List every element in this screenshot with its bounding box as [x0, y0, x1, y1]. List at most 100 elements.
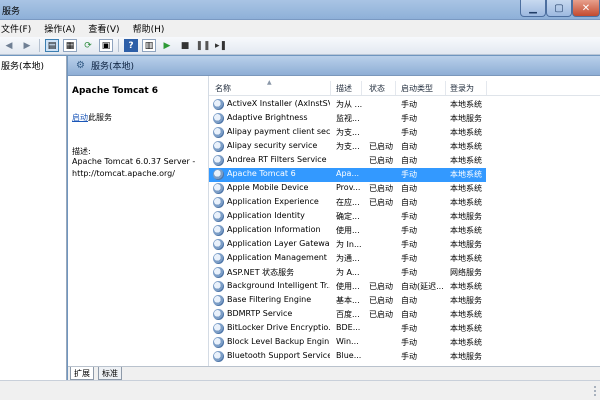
table-row[interactable]: Alipay security service 为支... 已启动 自动 本地系统	[209, 140, 600, 154]
cell-startup: 手动	[401, 100, 417, 109]
properties-sheet-icon[interactable]: ▥	[142, 39, 156, 52]
cell-status: 已启动	[369, 296, 393, 305]
refresh-icon[interactable]: ⟳	[81, 39, 95, 52]
cell-logon: 本地系统	[450, 184, 482, 193]
cell-name: Application Information	[227, 225, 321, 234]
cell-status: 已启动	[369, 142, 393, 151]
cell-name: Andrea RT Filters Service	[227, 155, 327, 164]
pane-header-title: 服务(本地)	[90, 62, 134, 72]
table-row[interactable]: Block Level Backup Engin... Win... 手动 本地系统	[209, 336, 600, 350]
cell-desc: Prov...	[336, 183, 361, 192]
table-row[interactable]: Andrea RT Filters Service 已启动 自动 本地系统	[209, 154, 600, 168]
table-row[interactable]: Apple Mobile Device Prov... 已启动 自动 本地系统	[209, 182, 600, 196]
gear-icon	[213, 351, 224, 362]
table-row[interactable]: Alipay payment client sec... 为支... 手动 本地系统	[209, 126, 600, 140]
table-row[interactable]: Apache Tomcat 6 Apa... 手动 本地系统	[209, 168, 486, 182]
export-list-icon[interactable]: ▣	[99, 39, 113, 52]
resize-grip[interactable]	[586, 386, 596, 396]
tab-standard[interactable]: 标准	[98, 367, 122, 380]
column-divider[interactable]	[330, 81, 331, 95]
table-row[interactable]: Base Filtering Engine 基本... 已启动 自动 本地服务	[209, 294, 600, 308]
cell-logon: 本地系统	[450, 310, 482, 319]
table-row[interactable]: Application Experience 在应... 已启动 自动 本地系统	[209, 196, 600, 210]
arrow-left-icon[interactable]: ◀	[2, 39, 16, 52]
table-row[interactable]: Bluetooth Support Service Blue... 手动 本地服务	[209, 350, 600, 364]
maximize-button[interactable]: ▢	[546, 0, 572, 17]
menu-help[interactable]: 帮助(H)	[132, 22, 171, 35]
cell-logon: 本地服务	[450, 212, 482, 221]
start-service-link[interactable]: 启动	[72, 113, 88, 122]
cell-startup: 自动	[401, 156, 417, 165]
tab-extended[interactable]: 扩展	[70, 367, 94, 380]
table-row[interactable]: Adaptive Brightness 监视... 手动 本地服务	[209, 112, 600, 126]
table-row[interactable]: ASP.NET 状态服务 为 A... 手动 网络服务	[209, 266, 600, 280]
column-name[interactable]: 名称	[215, 83, 231, 94]
cell-name: Adaptive Brightness	[227, 113, 308, 122]
cell-desc: Blue...	[336, 351, 362, 360]
tree-node-services-local[interactable]: 服务(本地)	[1, 59, 44, 72]
gear-icon	[213, 323, 224, 334]
description-pane: Apache Tomcat 6 启动此服务 描述: Apache Tomcat …	[68, 76, 208, 366]
help-icon[interactable]: ?	[124, 39, 138, 52]
toolbar: ◀ ▶ ▤ ▦ ⟳ ▣ ? ▥ ▶ ■ ❚❚ ▸❚	[0, 37, 600, 55]
cell-logon: 本地系统	[450, 198, 482, 207]
pause-icon[interactable]: ❚❚	[195, 39, 210, 52]
menu-action[interactable]: 操作(A)	[43, 22, 81, 35]
cell-status: 已启动	[369, 156, 393, 165]
cell-startup: 手动	[401, 254, 417, 263]
column-divider[interactable]	[445, 81, 446, 95]
console-tree-icon[interactable]: ▤	[45, 39, 59, 52]
cell-startup: 自动(延迟...	[401, 282, 444, 291]
column-status[interactable]: 状态	[369, 83, 385, 94]
column-divider[interactable]	[486, 81, 487, 95]
cell-desc: 确定...	[336, 212, 360, 221]
sort-ascending-icon: ▲	[267, 79, 272, 86]
table-row[interactable]: Application Management 为通... 手动 本地系统	[209, 252, 600, 266]
table-row[interactable]: Application Identity 确定... 手动 本地服务	[209, 210, 600, 224]
service-title: Apache Tomcat 6	[72, 86, 159, 96]
cell-name: Application Management	[227, 253, 327, 262]
column-divider[interactable]	[361, 81, 362, 95]
table-row[interactable]: BDMRTP Service 百度... 已启动 自动 本地系统	[209, 308, 600, 322]
cell-desc: 在应...	[336, 198, 360, 207]
cell-name: Bluetooth Support Service	[227, 351, 330, 360]
gear-icon	[213, 169, 224, 180]
toolbar-separator	[39, 39, 40, 52]
gear-icon: ⚙	[76, 60, 85, 71]
restart-icon[interactable]: ▸❚	[214, 39, 228, 52]
window-title: 服务	[2, 7, 21, 17]
arrow-right-icon[interactable]: ▶	[20, 39, 34, 52]
table-row[interactable]: ActiveX Installer (AxInstSV) 为从 ... 手动 本地系统	[209, 98, 600, 112]
start-service-suffix: 此服务	[88, 113, 112, 122]
cell-name: Application Identity	[227, 211, 305, 220]
cell-desc: 基本...	[336, 296, 360, 305]
cell-desc: 为通...	[336, 254, 360, 263]
column-description[interactable]: 描述	[336, 83, 352, 94]
cell-logon: 本地服务	[450, 296, 482, 305]
play-icon[interactable]: ▶	[160, 39, 174, 52]
column-divider[interactable]	[395, 81, 396, 95]
gear-icon	[213, 127, 224, 138]
cell-logon: 网络服务	[450, 268, 482, 277]
console-tree: 服务(本地)	[0, 56, 67, 380]
table-row[interactable]: Application Information 使用... 手动 本地系统	[209, 224, 600, 238]
properties-icon[interactable]: ▦	[63, 39, 77, 52]
cell-logon: 本地服务	[450, 352, 482, 361]
cell-name: Application Layer Gatewa...	[227, 239, 330, 248]
table-row[interactable]: BitLocker Drive Encryptio... BDE... 手动 本地系统	[209, 322, 600, 336]
gear-icon	[213, 113, 224, 124]
gear-icon	[213, 141, 224, 152]
menu-file[interactable]: 文件(F)	[0, 22, 37, 35]
stop-icon[interactable]: ■	[178, 39, 192, 52]
column-startup-type[interactable]: 启动类型	[401, 83, 433, 94]
column-logon-as[interactable]: 登录为	[450, 83, 474, 94]
table-row[interactable]: Application Layer Gatewa... 为 In... 手动 本地服务	[209, 238, 600, 252]
gear-icon	[213, 99, 224, 110]
gear-icon	[213, 225, 224, 236]
close-button[interactable]: ✕	[572, 0, 600, 17]
gear-icon	[213, 183, 224, 194]
cell-startup: 手动	[401, 240, 417, 249]
table-row[interactable]: Background Intelligent Tr... 使用... 已启动 自动(延…	[209, 280, 600, 294]
menu-view[interactable]: 查看(V)	[87, 22, 125, 35]
minimize-button[interactable]: ▁	[520, 0, 546, 17]
